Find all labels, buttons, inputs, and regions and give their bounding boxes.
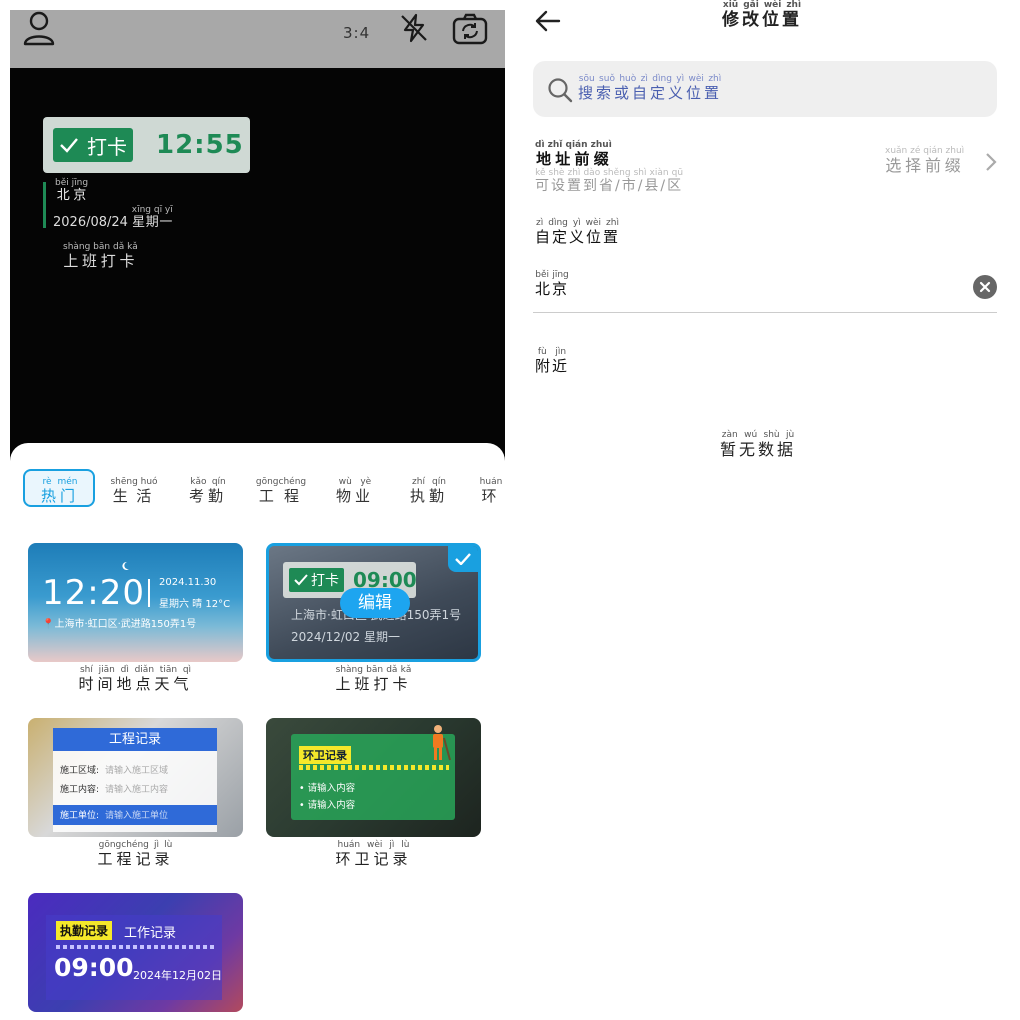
check-icon <box>294 574 308 586</box>
category-tab-property[interactable]: 物业wù yè <box>327 477 383 506</box>
address-prefix-hint: 可设置到省/市/县/区kě shè zhì dào shěng shì xiàn… <box>535 168 684 194</box>
template-date: 2024年12月02日 <box>133 969 222 982</box>
clear-input-icon[interactable] <box>973 275 997 299</box>
watermark-title: 上班打卡shàng bān dǎ kǎ <box>63 242 138 270</box>
template-label-sanitation: 环卫记录huán wèi jì lù <box>335 840 412 868</box>
template-card-duty[interactable]: 执勤记录 工作记录 09:00 2024年12月02日 <box>28 893 243 1012</box>
input-divider <box>533 312 997 313</box>
template-form-row: 施工内容: 请输入施工内容 <box>60 785 169 795</box>
template-time: 12:20 <box>42 573 145 613</box>
template-label-engineering: 工程记录gōngchéng jì lù <box>97 840 174 868</box>
template-card-sanitation[interactable]: 环卫记录 • 请输入内容 • 请输入内容 <box>266 718 481 837</box>
template-card-time-weather[interactable]: 12:20 2024.11.30 星期六 晴 12°C 📍上海市·虹口区·武进路… <box>28 543 243 662</box>
chevron-right-icon[interactable] <box>985 152 997 176</box>
template-card-clock-in[interactable]: 打卡 09:00 上海市·虹口区·武进路150弄1号 2024/12/02 星期… <box>266 543 481 662</box>
template-footer-row: 施工单位: 请输入施工单位 <box>60 811 169 821</box>
location-editor-screen: 修改位置xiū gǎi wèi zhì 搜索或自定义位置sōu suǒ huò … <box>515 0 1020 1020</box>
location-pin-icon: 📍 <box>42 619 55 630</box>
template-label-time-weather: 时间地点天气shí jiān dì diǎn tiān qì <box>78 665 193 693</box>
watermark-check-label: 打卡 <box>87 134 127 159</box>
template-date: 2024/12/02 星期一 <box>291 630 400 644</box>
check-icon <box>60 138 78 153</box>
search-placeholder: 搜索或自定义位置sōu suǒ huò zì dìng yì wèi zhì <box>578 74 723 102</box>
category-tab-hot[interactable]: 热门rè mén <box>32 477 88 506</box>
watermark-header: 打卡 12:55 <box>43 117 250 173</box>
selected-check-icon <box>448 546 478 572</box>
template-tag: 环卫记录 <box>299 746 351 764</box>
template-card-engineering[interactable]: 工程记录 施工区域: 请输入施工区域 施工内容: 请输入施工内容 施工单位: 请输入施… <box>28 718 243 837</box>
category-tab-duty[interactable]: 执勤zhí qín <box>401 477 457 506</box>
template-header: 工程记录 <box>53 728 217 751</box>
template-tag: 执勤记录 <box>56 921 113 940</box>
watermark-check-badge: 打卡 <box>53 128 133 162</box>
template-date: 2024.11.30 <box>159 577 217 588</box>
template-form-row: 施工区域: 请输入施工区域 <box>60 766 169 776</box>
category-tab-engineering[interactable]: 工程gōngchéng <box>253 477 309 506</box>
select-prefix-button[interactable]: 选择前缀xuǎn zé qián zhuì <box>885 146 964 176</box>
camera-screen: 3:4 打卡 12:55 北京běi jīng 2026/08/24 星期一xī… <box>10 10 505 1020</box>
empty-state-text: 暂无数据zàn wú shù jù <box>720 430 797 459</box>
category-tab-sanitation[interactable]: 环huán <box>476 477 505 506</box>
page-title: 修改位置xiū gǎi wèi zhì <box>722 0 802 30</box>
back-arrow-icon[interactable] <box>533 6 563 36</box>
template-address: 📍上海市·虹口区·武进路150弄1号 <box>42 619 197 630</box>
watermark-accent-bar <box>43 182 46 228</box>
template-divider <box>148 579 150 607</box>
template-list-item: • 请输入内容 <box>299 783 356 794</box>
flash-off-icon[interactable] <box>398 12 430 48</box>
sanitation-worker-icon <box>433 725 451 761</box>
template-dash-line <box>299 765 449 770</box>
template-sheet: 热门rè mén 生活shēng huó 考勤kǎo qín 工程gōngché… <box>10 443 505 1020</box>
template-title: 工作记录 <box>124 926 177 941</box>
template-dash-line <box>56 945 216 949</box>
nearby-label: 附近fù jìn <box>535 347 570 375</box>
watermark-time: 12:55 <box>156 130 244 160</box>
search-icon <box>547 77 573 107</box>
custom-location-label: 自定义位置zì dìng yì wèi zhì <box>535 218 621 246</box>
category-tab-attendance[interactable]: 考勤kǎo qín <box>180 477 236 506</box>
user-icon[interactable] <box>22 10 56 50</box>
custom-location-input[interactable]: 北京běi jīng <box>535 270 569 299</box>
aspect-ratio-button[interactable]: 3:4 <box>343 24 370 42</box>
watermark-date: 2026/08/24 星期一xīng qī yī <box>53 205 173 230</box>
template-label-clock-in: 上班打卡shàng bān dǎ kǎ <box>335 665 412 693</box>
camera-top-bar: 3:4 <box>10 10 505 68</box>
template-time: 09:00 <box>54 953 134 982</box>
moon-icon <box>122 561 129 570</box>
location-search-input[interactable]: 搜索或自定义位置sōu suǒ huò zì dìng yì wèi zhì <box>533 61 997 117</box>
camera-switch-icon[interactable] <box>451 12 489 50</box>
edit-template-button[interactable]: 编辑 <box>340 588 410 618</box>
category-tab-life[interactable]: 生活shēng huó <box>106 477 162 506</box>
template-list-item: • 请输入内容 <box>299 800 356 811</box>
template-check-badge: 打卡 <box>289 568 344 592</box>
template-weather: 星期六 晴 12°C <box>159 599 231 610</box>
address-prefix-label: 地址前缀dì zhǐ qián zhuì <box>535 140 612 168</box>
watermark-location: 北京běi jīng <box>55 178 89 203</box>
